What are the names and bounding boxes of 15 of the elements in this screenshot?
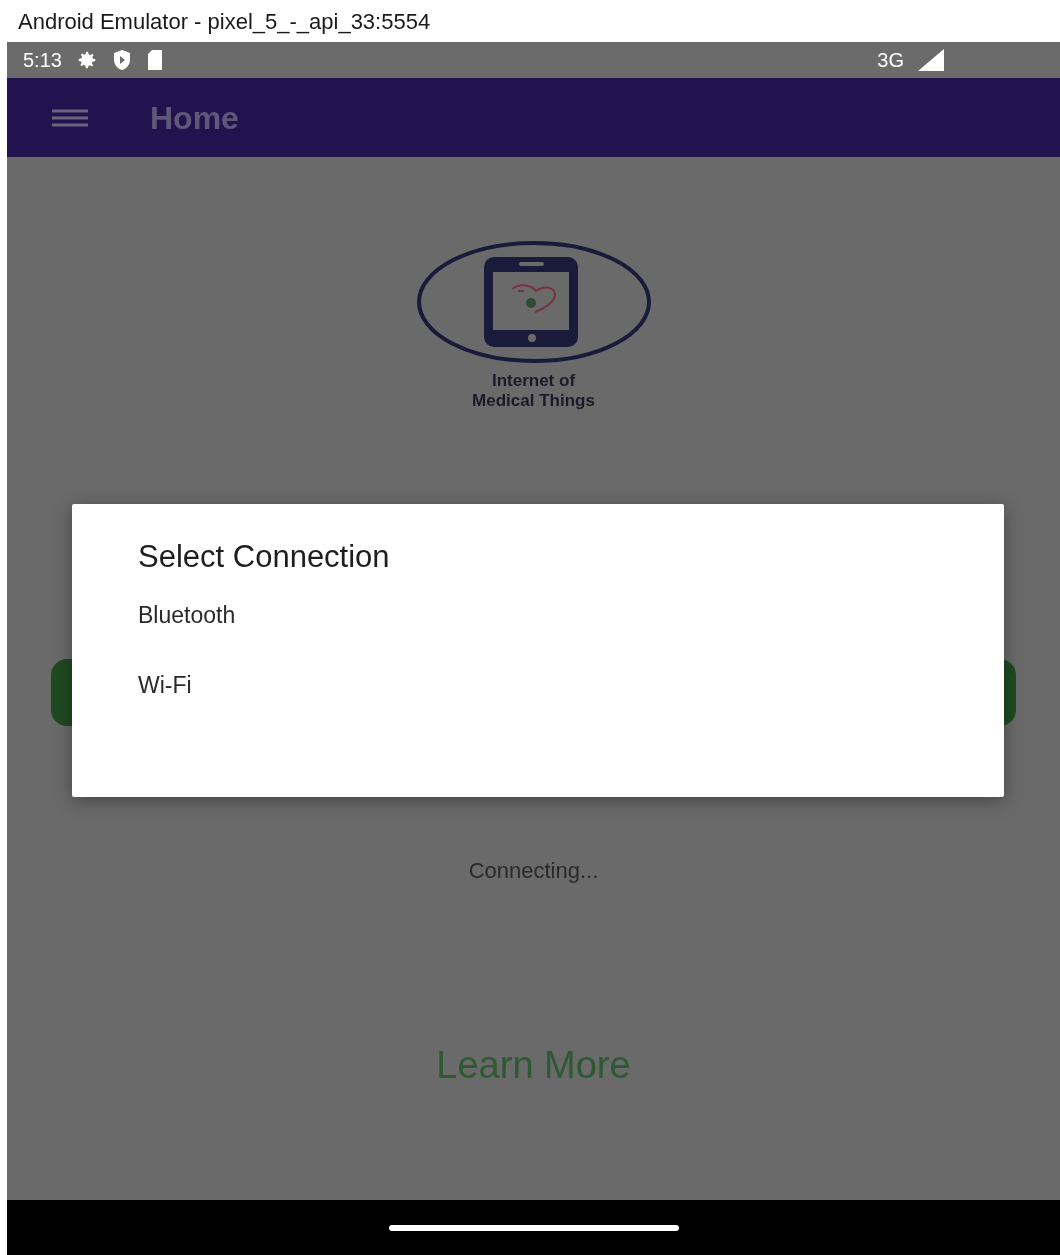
logo-text: Internet of [491,371,576,391]
shield-icon [111,49,132,71]
status-text: Connecting... [468,857,599,885]
menu-icon[interactable] [52,108,88,127]
connection-option[interactable]: Bluetooth [138,598,236,669]
connection-option[interactable]: Wi-Fi [138,668,192,739]
clock: 5:13 [23,48,62,73]
logo-text: Medical Things [472,391,595,411]
app-bar-title: Home [150,98,239,138]
window-title: Android Emulator - pixel_5_-_api_33:5554 [18,7,431,36]
sd-card-icon [145,49,164,71]
dialog-title: Select Connection [138,538,391,576]
network-type: 3G [877,48,904,73]
signal-icon [918,49,944,71]
home-handle[interactable] [388,1224,679,1231]
